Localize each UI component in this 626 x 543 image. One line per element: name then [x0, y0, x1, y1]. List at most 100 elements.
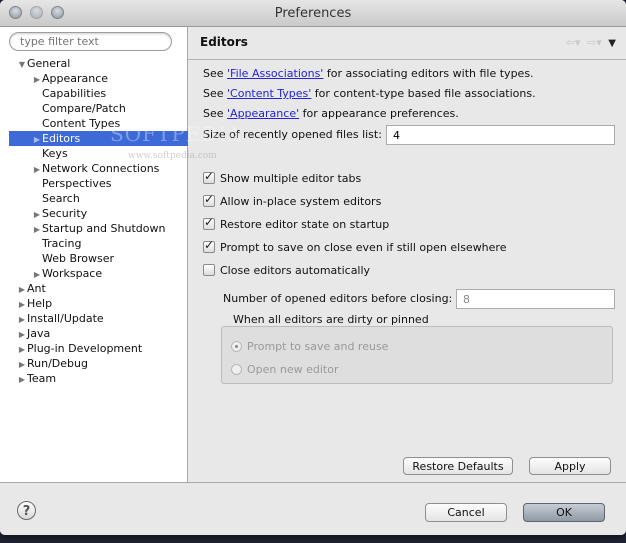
radio-selected-icon[interactable] — [231, 341, 242, 352]
tree-item-label: Ant — [27, 282, 46, 295]
checkbox-label: Prompt to save on close even if still op… — [220, 241, 507, 254]
tree-item-keys[interactable]: Keys — [32, 146, 68, 161]
radio-unselected-icon[interactable] — [231, 364, 242, 375]
line-prefix: See — [203, 107, 228, 120]
restore-defaults-button[interactable]: Restore Defaults — [403, 457, 513, 475]
tree-item-appearance[interactable]: ▶ Appearance — [32, 71, 108, 86]
appearance-line: See 'Appearance' for appearance preferen… — [203, 107, 459, 120]
tree-item-help[interactable]: ▶ Help — [17, 296, 52, 311]
page-header: Editors ⇦▾ ⇨▾ ▼ — [188, 27, 626, 60]
forward-arrow-icon[interactable]: ⇨▾ — [587, 36, 602, 49]
tree-item-startup-and-shutdown[interactable]: ▶ Startup and Shutdown — [32, 221, 166, 237]
help-icon[interactable]: ? — [17, 501, 36, 520]
tree-item-install-update[interactable]: ▶ Install/Update — [17, 311, 104, 326]
tree-item-search[interactable]: Search — [32, 191, 80, 206]
tree-item-label: Web Browser — [42, 252, 115, 265]
tree-item-network-connections[interactable]: ▶ Network Connections — [32, 161, 159, 176]
radio-dot-icon — [235, 345, 238, 348]
tree-item-content-types[interactable]: Content Types — [32, 116, 120, 131]
radio-prompt-to-save-and-reuse[interactable]: Prompt to save and reuse — [231, 340, 388, 353]
checkbox-checked-icon[interactable]: ✓ — [203, 192, 215, 207]
tree-item-label: Search — [42, 192, 80, 205]
dirty-editors-group: Prompt to save and reuse Open new editor — [221, 326, 613, 384]
tree-item-general[interactable]: ▼ General — [17, 56, 70, 71]
collapsed-triangle-icon[interactable]: ▶ — [32, 222, 42, 237]
collapsed-triangle-icon[interactable]: ▶ — [17, 357, 27, 372]
page-title: Editors — [200, 35, 248, 49]
collapsed-triangle-icon[interactable]: ▶ — [32, 132, 42, 147]
collapsed-triangle-icon[interactable]: ▶ — [32, 267, 42, 282]
dirty-group-label: When all editors are dirty or pinned — [233, 313, 429, 326]
tree-item-java[interactable]: ▶ Java — [17, 326, 50, 341]
checkbox-allow-in-place-system-editors[interactable]: ✓ Allow in-place system editors — [203, 192, 381, 208]
tree-item-label: Appearance — [42, 72, 109, 85]
line-suffix: for content-type based file associations… — [311, 87, 536, 100]
collapsed-triangle-icon[interactable]: ▶ — [17, 312, 27, 327]
collapsed-triangle-icon[interactable]: ▶ — [17, 342, 27, 357]
checkmark-icon: ✓ — [204, 169, 215, 183]
tree-item-label: Network Connections — [42, 162, 160, 175]
file-associations-link[interactable]: 'File Associations' — [227, 67, 323, 80]
apply-button[interactable]: Apply — [529, 457, 611, 475]
tree-item-team[interactable]: ▶ Team — [17, 371, 56, 386]
tree-item-label: Install/Update — [27, 312, 104, 325]
checkbox-checked-icon[interactable]: ✓ — [203, 215, 215, 230]
tree-item-compare-patch[interactable]: Compare/Patch — [32, 101, 126, 116]
filter-input[interactable] — [9, 32, 172, 51]
tree-item-label: Capabilities — [42, 87, 107, 100]
tree-item-plug-in-development[interactable]: ▶ Plug-in Development — [17, 341, 142, 356]
checkbox-restore-editor-state-on-startup[interactable]: ✓ Restore editor state on startup — [203, 215, 390, 231]
tree-item-workspace[interactable]: ▶ Workspace — [32, 266, 102, 281]
collapsed-triangle-icon[interactable]: ▶ — [32, 72, 42, 87]
checkbox-close-editors-automatically[interactable]: Close editors automatically — [203, 264, 370, 277]
radio-open-new-editor[interactable]: Open new editor — [231, 363, 338, 376]
checkbox-show-multiple-editor-tabs[interactable]: ✓ Show multiple editor tabs — [203, 169, 362, 185]
tree-item-web-browser[interactable]: Web Browser — [32, 251, 114, 266]
tree-item-label: Security — [42, 207, 88, 220]
collapsed-triangle-icon[interactable]: ▶ — [32, 162, 42, 177]
tree-item-label: Team — [27, 372, 57, 385]
expanded-triangle-icon[interactable]: ▼ — [17, 57, 27, 72]
tree-item-run-debug[interactable]: ▶ Run/Debug — [17, 356, 88, 371]
collapsed-triangle-icon[interactable]: ▶ — [17, 327, 27, 342]
window-title: Preferences — [274, 6, 352, 21]
checkbox-prompt-to-save-on-close-even-if-still-open-elsewhere[interactable]: ✓ Prompt to save on close even if still o… — [203, 238, 507, 254]
tree-item-editors[interactable]: ▶ Editors — [9, 131, 197, 146]
page-navigation: ⇦▾ ⇨▾ ▼ — [563, 36, 616, 49]
tree-item-tracing[interactable]: Tracing — [32, 236, 81, 251]
editors-page: Editors ⇦▾ ⇨▾ ▼ See 'File Associations' … — [188, 27, 626, 482]
tree-item-capabilities[interactable]: Capabilities — [32, 86, 106, 101]
collapsed-triangle-icon[interactable]: ▶ — [17, 282, 27, 297]
line-suffix: for associating editors with file types. — [323, 67, 534, 80]
checkbox-label: Show multiple editor tabs — [220, 172, 362, 185]
tree-item-label: Editors — [42, 132, 81, 145]
cancel-button[interactable]: Cancel — [425, 503, 507, 522]
view-menu-icon[interactable]: ▼ — [608, 38, 616, 49]
tree-item-label: Plug-in Development — [27, 342, 143, 355]
checkbox-label: Restore editor state on startup — [220, 218, 390, 231]
ok-button[interactable]: OK — [523, 503, 605, 522]
tree-item-label: Workspace — [42, 267, 103, 280]
appearance-link[interactable]: 'Appearance' — [227, 107, 299, 120]
checkmark-icon: ✓ — [204, 238, 215, 252]
file-associations-line: See 'File Associations' for associating … — [203, 67, 534, 80]
tree-item-perspectives[interactable]: Perspectives — [32, 176, 111, 191]
checkbox-checked-icon[interactable]: ✓ — [203, 238, 215, 253]
checkbox-unchecked-icon[interactable] — [203, 264, 215, 276]
num-editors-label: Number of opened editors before closing: — [223, 292, 453, 305]
tree-item-security[interactable]: ▶ Security — [32, 206, 87, 221]
tree-item-label: Startup and Shutdown — [42, 222, 166, 235]
line-prefix: See — [203, 67, 228, 80]
recent-files-input[interactable] — [386, 125, 615, 145]
back-arrow-icon[interactable]: ⇦▾ — [566, 36, 581, 49]
tree-item-ant[interactable]: ▶ Ant — [17, 281, 46, 296]
collapsed-triangle-icon[interactable]: ▶ — [17, 297, 27, 312]
title-bar[interactable]: Preferences — [0, 0, 626, 27]
collapsed-triangle-icon[interactable]: ▶ — [32, 207, 42, 222]
line-prefix: See — [203, 87, 228, 100]
num-editors-input[interactable] — [456, 289, 615, 309]
content-types-link[interactable]: 'Content Types' — [227, 87, 311, 100]
checkbox-checked-icon[interactable]: ✓ — [203, 169, 215, 184]
tree-item-label: Run/Debug — [27, 357, 88, 370]
collapsed-triangle-icon[interactable]: ▶ — [17, 372, 27, 387]
